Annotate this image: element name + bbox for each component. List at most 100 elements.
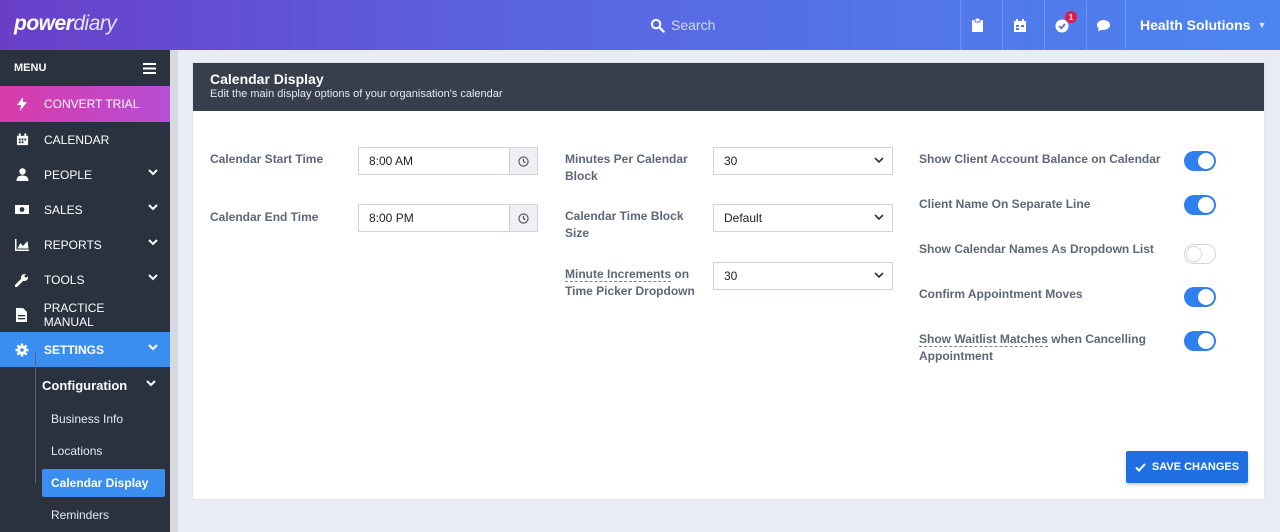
tasks-button[interactable]: 1 bbox=[1044, 0, 1078, 50]
end-time-field[interactable]: 8:00 PM bbox=[358, 204, 538, 232]
main-content: Calendar Display Edit the main display o… bbox=[178, 50, 1280, 532]
toggle-confirm-moves[interactable] bbox=[1184, 287, 1216, 307]
clock-icon[interactable] bbox=[509, 205, 537, 231]
chevron-down-icon bbox=[148, 204, 158, 211]
panel-header: Calendar Display Edit the main display o… bbox=[193, 63, 1264, 111]
label-line: when Cancelling bbox=[1047, 332, 1146, 346]
chat-button[interactable] bbox=[1086, 0, 1120, 50]
chevron-down-icon bbox=[874, 157, 884, 164]
label-line: Time Picker Dropdown bbox=[565, 284, 695, 298]
toggle-knob bbox=[1198, 289, 1214, 305]
sidebar-item-label: PRACTICE MANUAL bbox=[43, 300, 105, 329]
calendar-button[interactable] bbox=[1002, 0, 1036, 50]
toggle-client-name-line[interactable] bbox=[1184, 195, 1216, 215]
subitem-calendar-display[interactable]: Calendar Display bbox=[42, 469, 165, 497]
sidebar-item-label: TOOLS bbox=[44, 272, 85, 287]
search-input[interactable]: Search bbox=[671, 17, 715, 33]
tooltip-term[interactable]: Show Waitlist Matches bbox=[919, 332, 1048, 347]
save-label: SAVE CHANGES bbox=[1151, 461, 1240, 473]
start-time-value[interactable]: 8:00 AM bbox=[359, 154, 509, 168]
submenu-tree-line bbox=[35, 353, 36, 483]
clipboard-icon bbox=[972, 17, 983, 32]
waitlist-label: Show Waitlist Matches when Cancelling Ap… bbox=[919, 331, 1146, 365]
chat-icon bbox=[1097, 19, 1110, 31]
start-time-label: Calendar Start Time bbox=[210, 152, 324, 166]
label-line: on bbox=[671, 267, 690, 281]
label-line: Minutes Per Calendar bbox=[565, 152, 688, 166]
search-bar[interactable]: Search bbox=[650, 0, 960, 50]
toggle-label: Client Name On Separate Line bbox=[919, 197, 1091, 211]
toggle-label: Confirm Appointment Moves bbox=[919, 287, 1083, 301]
save-changes-button[interactable]: SAVE CHANGES bbox=[1126, 451, 1248, 483]
label-line: Size bbox=[565, 226, 590, 240]
menu-label: MENU bbox=[14, 62, 47, 74]
select-value: 30 bbox=[724, 269, 738, 283]
search-icon bbox=[650, 18, 665, 33]
wrench-icon bbox=[14, 272, 30, 288]
page-title: Calendar Display bbox=[210, 71, 324, 87]
top-bar: powerdiary Search 1 Health Solutions ▼ bbox=[0, 0, 1280, 50]
sidebar-item-tools[interactable]: TOOLS bbox=[0, 262, 170, 297]
subitem-reminders[interactable]: Reminders bbox=[0, 499, 170, 531]
toggle-knob bbox=[1198, 153, 1214, 169]
subitem-locations[interactable]: Locations bbox=[0, 435, 170, 467]
settings-panel: Calendar Display Edit the main display o… bbox=[192, 62, 1265, 500]
sidebar-item-convert-trial[interactable]: CONVERT TRIAL bbox=[0, 86, 170, 122]
sidebar-scrollbar[interactable] bbox=[170, 50, 178, 532]
toggle-calendar-names-dropdown[interactable] bbox=[1184, 244, 1216, 264]
calendar-icon bbox=[1013, 18, 1026, 32]
sidebar: MENU CONVERT TRIAL CALENDAR PEOPLE SALES… bbox=[0, 50, 170, 532]
sidebar-item-practice-manual[interactable]: PRACTICE MANUAL bbox=[0, 297, 170, 332]
page-subtitle: Edit the main display options of your or… bbox=[210, 88, 503, 100]
check-icon bbox=[1135, 462, 1146, 472]
logo-light: diary bbox=[73, 12, 117, 35]
chevron-down-icon bbox=[148, 344, 158, 351]
end-time-label: Calendar End Time bbox=[210, 210, 319, 224]
logo[interactable]: powerdiary bbox=[14, 12, 117, 36]
calendar-icon bbox=[14, 132, 30, 148]
chevron-down-icon bbox=[148, 274, 158, 281]
clock-icon[interactable] bbox=[509, 148, 537, 174]
toggle-knob bbox=[1198, 333, 1214, 349]
toggle-waitlist-matches[interactable] bbox=[1184, 331, 1216, 351]
time-block-size-select[interactable]: Default bbox=[713, 204, 893, 232]
clipboard-button[interactable] bbox=[960, 0, 994, 50]
account-menu[interactable]: Health Solutions ▼ bbox=[1125, 0, 1280, 50]
chevron-down-icon bbox=[148, 169, 158, 176]
submenu-configuration[interactable]: Configuration bbox=[0, 367, 170, 403]
sidebar-item-label: CALENDAR bbox=[44, 132, 110, 147]
person-icon bbox=[14, 167, 30, 183]
money-icon bbox=[14, 202, 30, 218]
chevron-down-icon bbox=[874, 214, 884, 221]
toggle-client-balance[interactable] bbox=[1184, 151, 1216, 171]
start-time-field[interactable]: 8:00 AM bbox=[358, 147, 538, 175]
chevron-down-icon bbox=[146, 380, 156, 387]
sidebar-item-label: PEOPLE bbox=[44, 167, 93, 182]
gear-icon bbox=[14, 342, 30, 358]
end-time-value[interactable]: 8:00 PM bbox=[359, 211, 509, 225]
bolt-icon bbox=[14, 96, 30, 112]
label-line: Appointment bbox=[919, 349, 993, 363]
hamburger-icon[interactable] bbox=[143, 62, 156, 74]
subitem-business-info[interactable]: Business Info bbox=[0, 403, 170, 435]
sidebar-item-sales[interactable]: SALES bbox=[0, 192, 170, 227]
sidebar-item-people[interactable]: PEOPLE bbox=[0, 157, 170, 192]
sidebar-item-calendar[interactable]: CALENDAR bbox=[0, 122, 170, 157]
toggle-label: Show Calendar Names As Dropdown List bbox=[919, 242, 1154, 256]
select-value: 30 bbox=[724, 154, 738, 168]
account-name: Health Solutions bbox=[1140, 17, 1251, 33]
tooltip-term[interactable]: Minute Increments bbox=[565, 267, 672, 282]
sidebar-item-label: SALES bbox=[44, 202, 83, 217]
minute-increments-label: Minute Increments on Time Picker Dropdow… bbox=[565, 266, 695, 300]
document-icon bbox=[14, 307, 30, 323]
sidebar-item-settings[interactable]: SETTINGS bbox=[0, 332, 170, 367]
sidebar-item-label: CONVERT TRIAL bbox=[44, 97, 140, 111]
sidebar-item-label: REPORTS bbox=[44, 237, 102, 252]
minute-increments-select[interactable]: 30 bbox=[713, 262, 893, 290]
sidebar-item-reports[interactable]: REPORTS bbox=[0, 227, 170, 262]
minutes-per-block-select[interactable]: 30 bbox=[713, 147, 893, 175]
sidebar-item-label: SETTINGS bbox=[44, 342, 105, 357]
time-block-size-label: Calendar Time Block Size bbox=[565, 208, 684, 242]
minutes-per-block-label: Minutes Per Calendar Block bbox=[565, 151, 688, 185]
select-value: Default bbox=[724, 211, 763, 225]
